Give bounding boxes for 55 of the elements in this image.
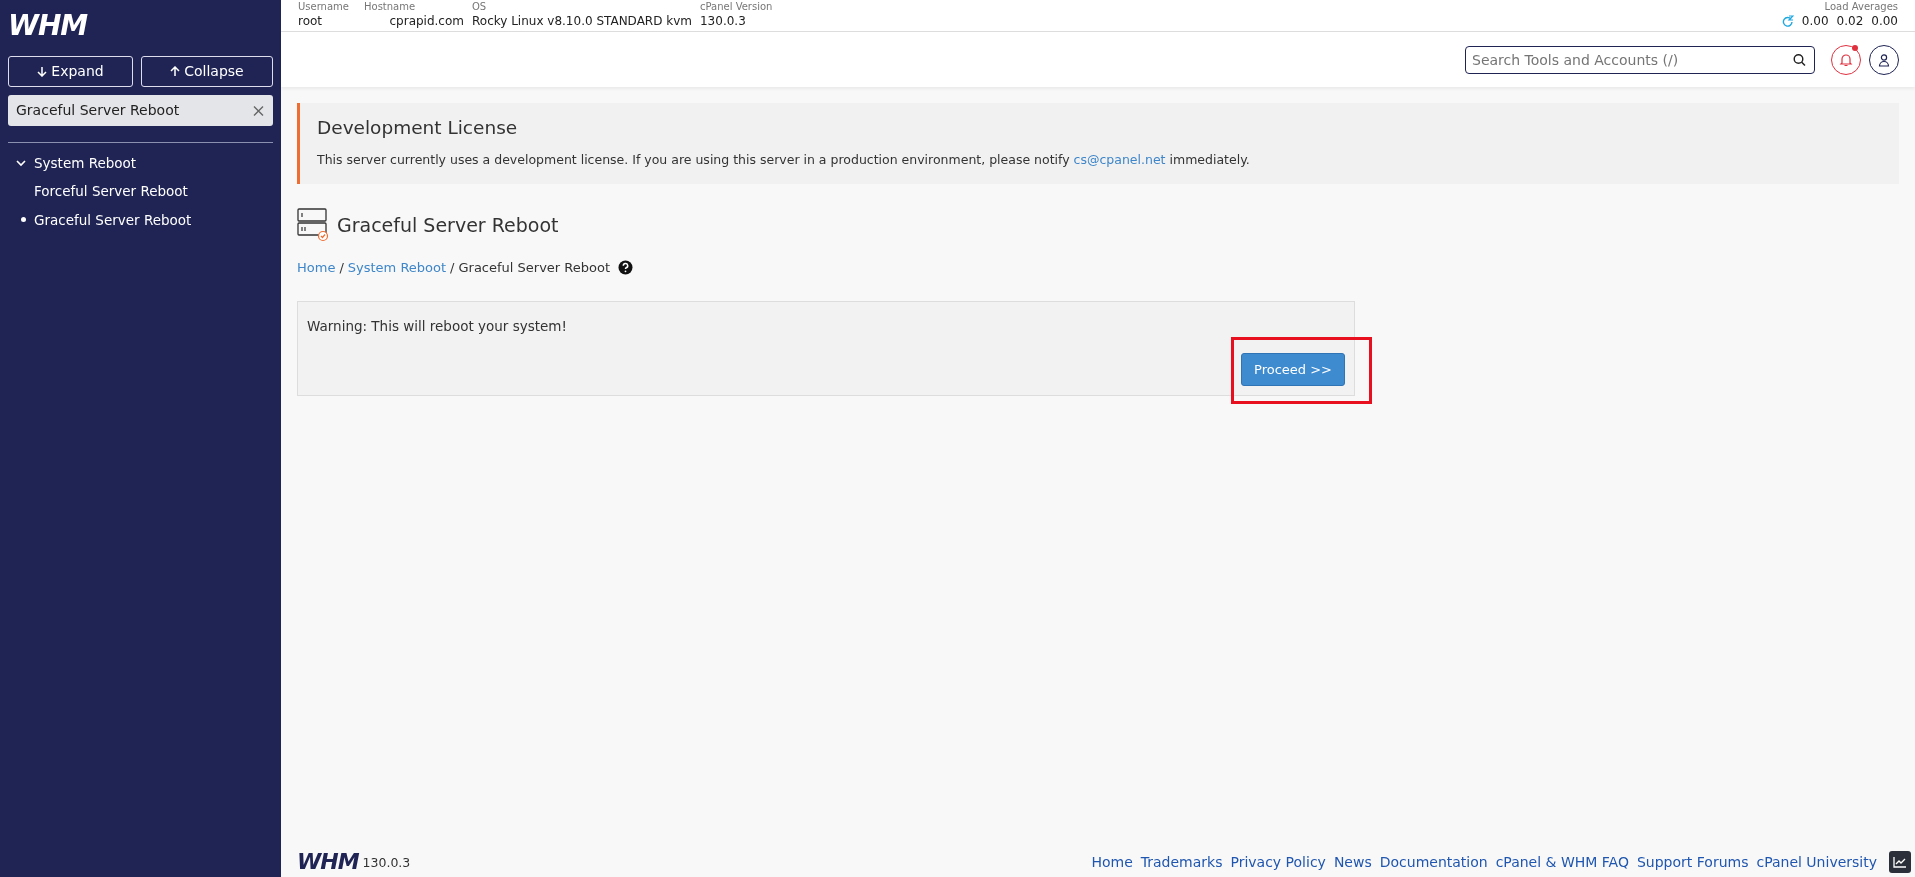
whm-logo: WHM [8, 12, 88, 40]
notice-title: Development License [317, 117, 519, 140]
tree-item[interactable]: Graceful Server Reboot [34, 205, 192, 234]
breadcrumb-current: Graceful Server Reboot [458, 258, 611, 277]
filter-field[interactable]: Graceful Server Reboot [8, 95, 273, 126]
load-value: 0.00 [1871, 13, 1898, 30]
footer-link[interactable]: cPanel & WHM FAQ [1495, 851, 1629, 873]
field-value: cprapid.com [389, 13, 464, 30]
field-value: root [298, 13, 324, 30]
notice-text: This server currently uses a development license. If you are using this server in a production environment, please notify cs@cpanel.net immediately. [317, 151, 1251, 170]
breadcrumb-link[interactable]: System Reboot [347, 257, 447, 278]
help-icon[interactable] [618, 260, 634, 276]
proceed-button[interactable]: Proceed >> [1241, 352, 1345, 387]
field-label: Load Averages [1823, 2, 1898, 12]
footer-link[interactable]: Support Forums [1636, 851, 1749, 873]
field-value: Rocky Linux v8.10.0 STANDARD kvm [472, 13, 692, 30]
expand-button[interactable]: Expand [8, 56, 133, 87]
refresh-icon[interactable] [1781, 15, 1794, 27]
warning-text: Warning: This will reboot your system! [307, 317, 568, 337]
footer-link[interactable]: Home [1091, 851, 1133, 873]
chevron-icon [16, 159, 26, 168]
field-label: OS [472, 2, 488, 12]
bell-icon [1839, 52, 1853, 67]
user-menu-button[interactable] [1869, 44, 1899, 75]
search-icon[interactable] [1793, 53, 1806, 66]
breadcrumb-link[interactable]: Home [297, 257, 336, 278]
footer-link[interactable]: News [1333, 851, 1372, 873]
field-label: cPanel Version [700, 2, 774, 12]
breadcrumb-separator: / [339, 258, 344, 277]
version-text: 130.0.3 [362, 854, 411, 873]
chart-button[interactable] [1889, 851, 1911, 873]
whm-logo: WHM [297, 851, 359, 873]
search-field[interactable]: Search Tools and Accounts (/) [1465, 45, 1815, 74]
server-icon [297, 207, 329, 242]
field-label: Hostname [364, 2, 416, 12]
footer-link[interactable]: Privacy Policy [1230, 851, 1326, 873]
field-label: Username [298, 2, 350, 12]
footer-link[interactable]: cPanel University [1756, 851, 1877, 873]
field-value: 130.0.3 [700, 13, 747, 30]
tree-item[interactable]: Forceful Server Reboot [34, 177, 188, 206]
footer-link[interactable]: Trademarks [1140, 851, 1223, 873]
breadcrumb-separator: / [450, 258, 455, 277]
footer-link[interactable]: Documentation [1379, 851, 1488, 873]
load-value: 0.00 [1801, 13, 1829, 30]
load-value: 0.02 [1836, 13, 1864, 30]
tree-group[interactable]: System Reboot [16, 149, 265, 178]
notifications-button[interactable] [1831, 44, 1861, 75]
clear-icon[interactable] [253, 105, 264, 116]
email-link[interactable]: cs@cpanel.net [1073, 152, 1166, 168]
arrow-up-icon [170, 66, 181, 77]
collapse-button[interactable]: Collapse [140, 56, 273, 87]
chart-icon [1893, 856, 1907, 868]
user-icon [1877, 52, 1891, 67]
arrow-down-icon [37, 66, 48, 77]
page-title: Graceful Server Reboot [337, 213, 559, 237]
